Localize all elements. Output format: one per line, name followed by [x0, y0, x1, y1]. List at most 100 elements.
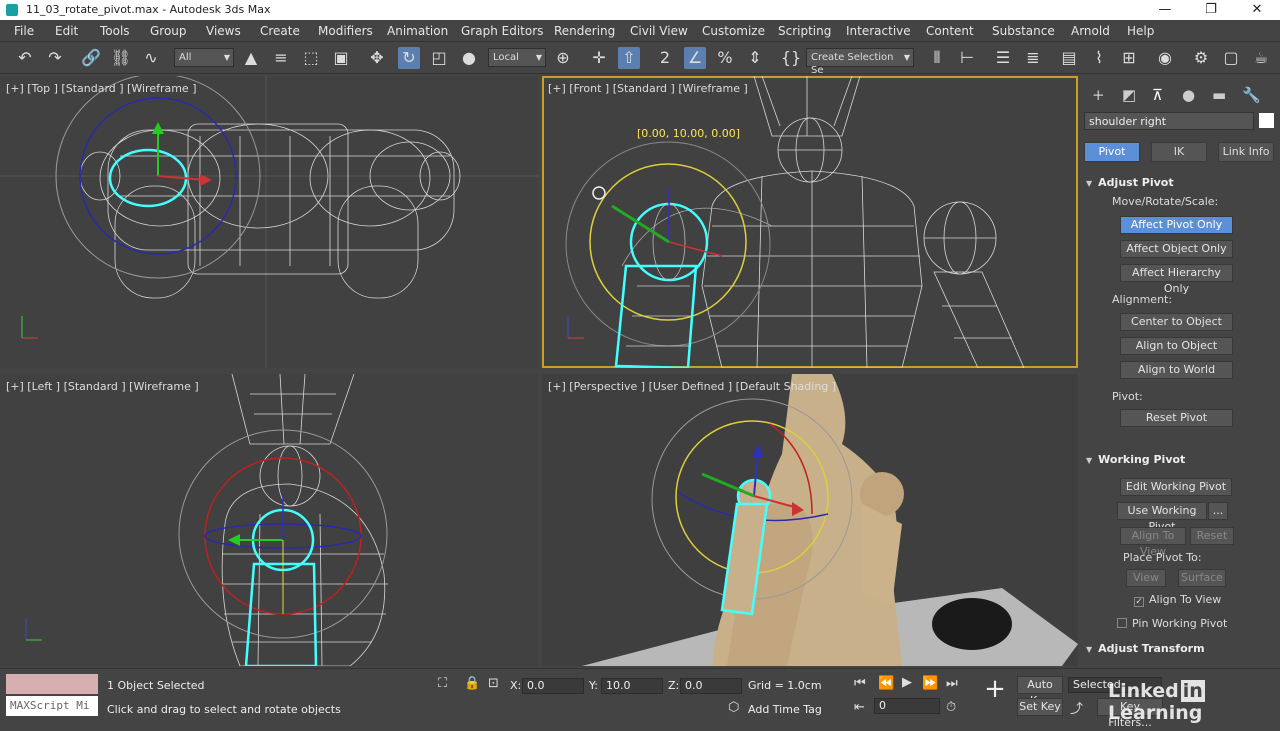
curve-editor-icon[interactable]: ⌇ — [1088, 47, 1110, 69]
material-editor-icon[interactable]: ◉ — [1154, 47, 1176, 69]
render-production-icon[interactable]: ☕ — [1250, 47, 1272, 69]
unlink-icon[interactable]: ⛓ — [110, 47, 132, 69]
current-frame-field[interactable]: 0 — [874, 698, 940, 714]
previous-frame-icon[interactable]: ⏪ — [878, 676, 894, 691]
align-to-view-checkbox[interactable]: ✓ Align To View — [1134, 593, 1221, 607]
viewport-front[interactable]: [+] [Front ] [Standard ] [Wireframe ] [0… — [542, 76, 1078, 368]
center-to-object-button[interactable]: Center to Object — [1120, 313, 1233, 331]
menu-modifiers[interactable]: Modifiers — [318, 24, 373, 38]
menu-tools[interactable]: Tools — [100, 24, 130, 38]
working-pivot-options-button[interactable]: ... — [1208, 502, 1228, 520]
key-mode-toggle-icon[interactable]: ⇤ — [854, 700, 865, 715]
align-to-world-button[interactable]: Align to World — [1120, 361, 1233, 379]
place-surface-button[interactable]: Surface — [1178, 569, 1226, 587]
x-coordinate-field[interactable]: 0.0 — [522, 678, 584, 694]
toggle-layer-explorer-icon[interactable]: ≣ — [1022, 47, 1044, 69]
menu-edit[interactable]: Edit — [55, 24, 78, 38]
auto-key-button[interactable]: Auto Key — [1017, 676, 1063, 707]
menu-file[interactable]: File — [14, 24, 34, 38]
display-panel-icon[interactable]: ▬ — [1212, 86, 1226, 104]
viewport-perspective[interactable]: [+] [Perspective ] [User Defined ] [Defa… — [542, 374, 1078, 666]
default-in-out-tangent-icon[interactable]: ⤴ — [1070, 698, 1083, 717]
selection-filter-dropdown[interactable]: All ▼ — [174, 48, 234, 67]
angle-snap-icon[interactable]: ∠ — [684, 47, 706, 69]
render-setup-icon[interactable]: ⚙ — [1190, 47, 1212, 69]
menu-graph-editors[interactable]: Graph Editors — [461, 24, 543, 38]
select-rotate-icon[interactable]: ↻ — [398, 47, 420, 69]
redo-icon[interactable]: ↷ — [44, 47, 66, 69]
tab-ik[interactable]: IK — [1151, 142, 1207, 162]
viewport-front-label[interactable]: [+] [Front ] [Standard ] [Wireframe ] — [548, 82, 748, 95]
reference-coordinate-dropdown[interactable]: Local ▼ — [488, 48, 546, 67]
named-selection-set-dropdown[interactable]: Create Selection Se ▼ — [806, 48, 914, 76]
schematic-view-icon[interactable]: ⊞ — [1118, 47, 1140, 69]
select-scale-icon[interactable]: ◰ — [428, 47, 450, 69]
minimize-button[interactable]: — — [1142, 0, 1188, 20]
maximize-button[interactable]: ❐ — [1188, 0, 1234, 20]
selection-lock-icon[interactable]: 🔒 — [464, 676, 480, 691]
align-to-view-button[interactable]: Align To View — [1120, 527, 1186, 558]
reset-pivot-button[interactable]: Reset Pivot — [1120, 409, 1233, 427]
rollout-working-pivot[interactable]: Working Pivot — [1086, 453, 1274, 466]
percent-snap-icon[interactable]: % — [714, 47, 736, 69]
menu-animation[interactable]: Animation — [387, 24, 448, 38]
viewport-left[interactable]: [+] [Left ] [Standard ] [Wireframe ] — [0, 374, 538, 666]
modify-panel-icon[interactable]: ◩ — [1122, 86, 1136, 104]
set-key-button[interactable]: Set Key — [1017, 698, 1063, 716]
toggle-ribbon-icon[interactable]: ▤ — [1058, 47, 1080, 69]
link-icon[interactable]: 🔗 — [80, 47, 102, 69]
add-time-tag[interactable]: Add Time Tag — [748, 703, 822, 716]
snaps-toggle-icon[interactable]: 2 — [654, 47, 676, 69]
menu-help[interactable]: Help — [1127, 24, 1154, 38]
pin-working-pivot-checkbox[interactable]: Pin Working Pivot — [1117, 617, 1227, 630]
close-button[interactable]: ✕ — [1234, 0, 1280, 20]
select-by-name-icon[interactable]: ≡ — [270, 47, 292, 69]
select-manipulate-icon[interactable]: ✛ — [588, 47, 610, 69]
edit-named-selection-icon[interactable]: {} — [780, 47, 802, 69]
reset-working-pivot-button[interactable]: Reset — [1190, 527, 1234, 545]
rollout-adjust-pivot[interactable]: Adjust Pivot — [1086, 176, 1274, 189]
affect-object-only-button[interactable]: Affect Object Only — [1120, 240, 1233, 258]
undo-icon[interactable]: ↶ — [14, 47, 36, 69]
absolute-mode-icon[interactable]: ⊡ — [488, 676, 499, 691]
viewport-top[interactable]: [+] [Top ] [Standard ] [Wireframe ] — [0, 76, 538, 368]
time-configuration-icon[interactable]: ⏱ — [946, 700, 956, 715]
rectangular-selection-icon[interactable]: ⬚ — [300, 47, 322, 69]
tab-link-info[interactable]: Link Info — [1218, 142, 1274, 162]
object-color-swatch[interactable] — [1259, 113, 1274, 128]
toggle-scene-explorer-icon[interactable]: ☰ — [992, 47, 1014, 69]
menu-views[interactable]: Views — [206, 24, 241, 38]
maxscript-mini-listener[interactable]: MAXScript Mi — [6, 696, 98, 716]
isolate-selection-icon[interactable]: ⛶ — [438, 676, 447, 691]
object-name-field[interactable]: shoulder right — [1084, 112, 1254, 130]
menu-customize[interactable]: Customize — [702, 24, 765, 38]
window-crossing-icon[interactable]: ▣ — [330, 47, 352, 69]
viewport-left-label[interactable]: [+] [Left ] [Standard ] [Wireframe ] — [6, 380, 199, 393]
tab-pivot[interactable]: Pivot — [1084, 142, 1140, 162]
menu-create[interactable]: Create — [260, 24, 300, 38]
spinner-snap-icon[interactable]: ⇕ — [744, 47, 766, 69]
menu-content[interactable]: Content — [926, 24, 974, 38]
go-to-start-icon[interactable]: ⏮ — [854, 676, 866, 691]
motion-panel-icon[interactable]: ● — [1182, 86, 1195, 104]
set-keys-icon[interactable]: + — [980, 674, 1010, 708]
maxscript-listener-output[interactable] — [6, 674, 98, 694]
rendered-frame-window-icon[interactable]: ▢ — [1220, 47, 1242, 69]
select-move-icon[interactable]: ✥ — [366, 47, 388, 69]
use-working-pivot-button[interactable]: Use Working Pivot — [1117, 502, 1207, 533]
rollout-adjust-transform[interactable]: Adjust Transform — [1086, 642, 1274, 655]
keyboard-shortcut-override-icon[interactable]: ⇧ — [618, 47, 640, 69]
align-icon[interactable]: ⊢ — [956, 47, 978, 69]
affect-hierarchy-only-button[interactable]: Affect Hierarchy Only — [1120, 264, 1233, 295]
next-frame-icon[interactable]: ⏩ — [922, 676, 938, 691]
pivot-center-icon[interactable]: ⊕ — [552, 47, 574, 69]
z-coordinate-field[interactable]: 0.0 — [680, 678, 742, 694]
menu-rendering[interactable]: Rendering — [554, 24, 615, 38]
menu-substance[interactable]: Substance — [992, 24, 1055, 38]
play-icon[interactable]: ▶ — [902, 675, 912, 690]
menu-arnold[interactable]: Arnold — [1071, 24, 1110, 38]
y-coordinate-field[interactable]: 10.0 — [601, 678, 663, 694]
menu-civil-view[interactable]: Civil View — [630, 24, 688, 38]
align-to-object-button[interactable]: Align to Object — [1120, 337, 1233, 355]
hierarchy-panel-icon[interactable]: ⊼ — [1152, 86, 1163, 104]
